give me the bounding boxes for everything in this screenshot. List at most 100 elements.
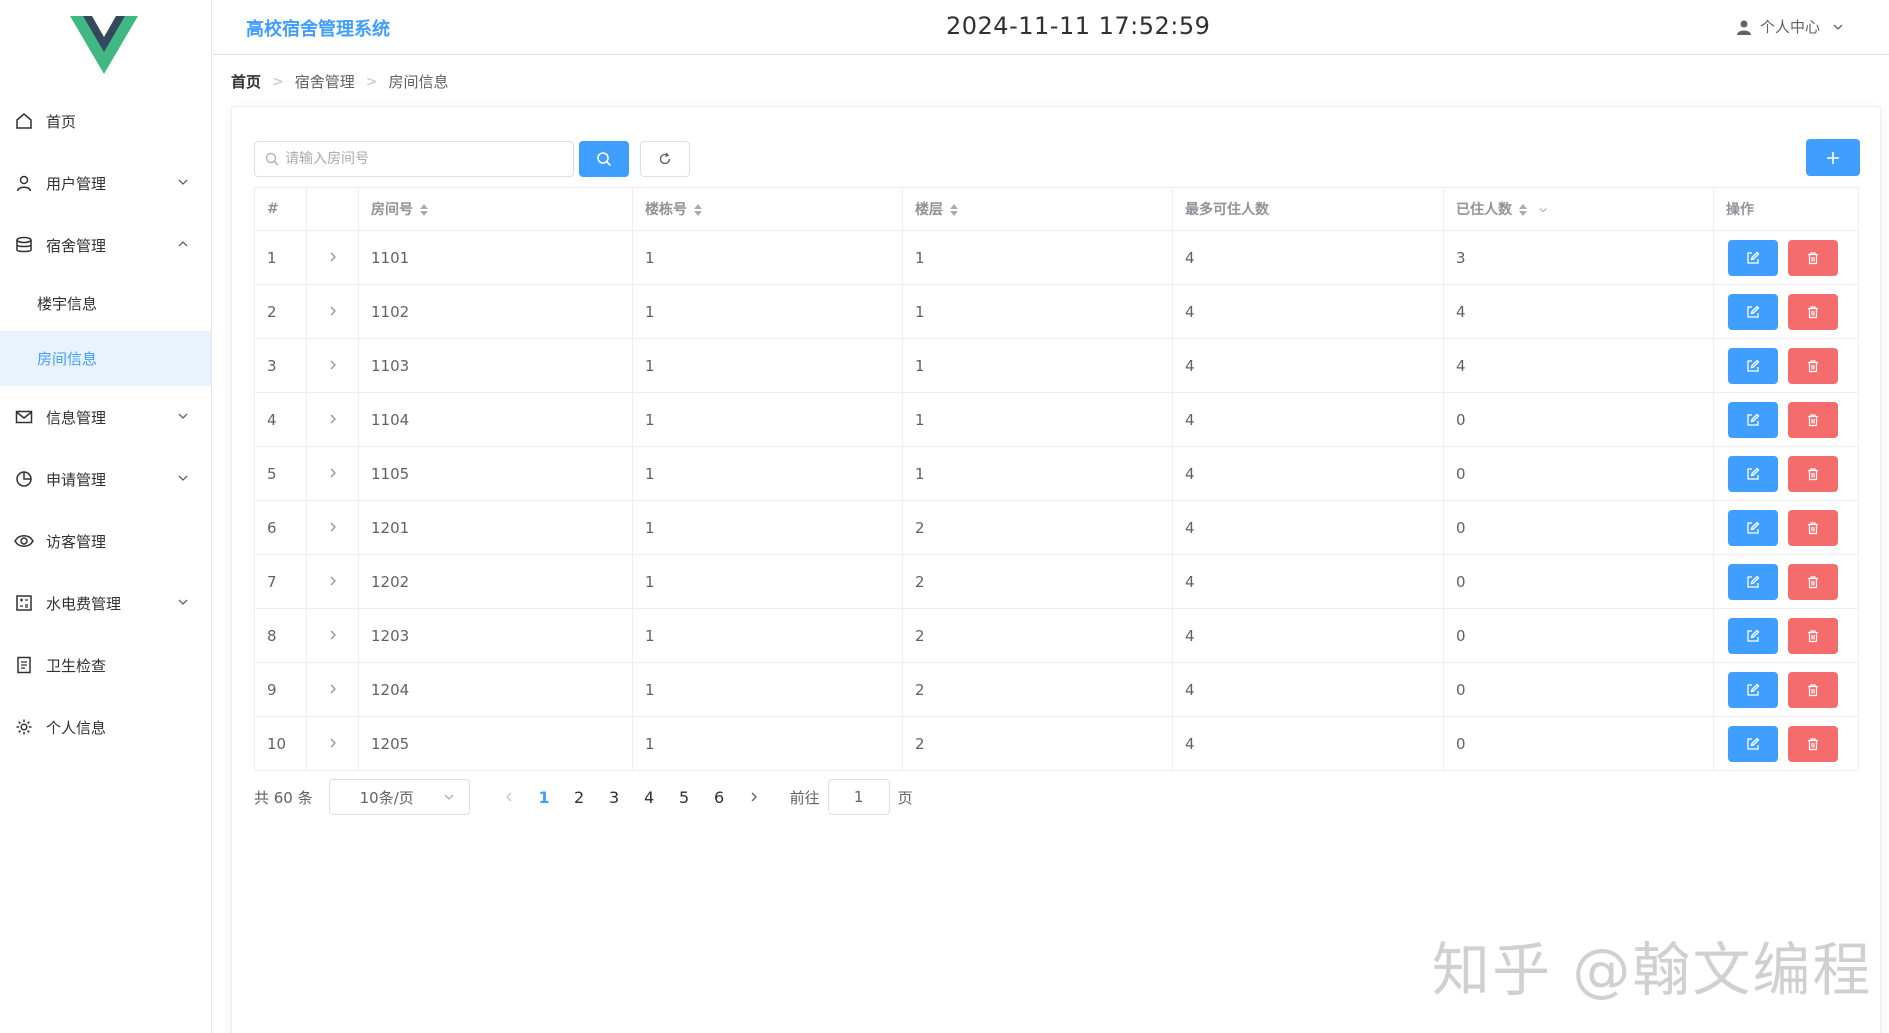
delete-button[interactable]: [1788, 617, 1838, 654]
sort-caret-icon[interactable]: [949, 203, 959, 217]
edit-button[interactable]: [1728, 401, 1778, 438]
cell-floor: 1: [902, 230, 1173, 285]
column-header-floor[interactable]: 楼层: [902, 187, 1173, 231]
filter-chevron-down-icon[interactable]: [1538, 203, 1548, 217]
delete-button[interactable]: [1788, 401, 1838, 438]
expand-row-button[interactable]: [306, 716, 359, 771]
edit-button[interactable]: [1728, 509, 1778, 546]
edit-button[interactable]: [1728, 347, 1778, 384]
expand-row-button[interactable]: [306, 608, 359, 663]
expand-row-button[interactable]: [306, 500, 359, 555]
cell-current-occupancy: 0: [1443, 392, 1714, 447]
reset-button[interactable]: [640, 141, 690, 177]
trash-icon: [1808, 305, 1818, 318]
sort-caret-icon[interactable]: [419, 203, 429, 217]
cell-index: 9: [254, 662, 307, 717]
table-row: 5 1105 1 1 4 0: [254, 446, 1859, 501]
sidebar-item-info-management[interactable]: 信息管理: [0, 386, 211, 448]
sidebar-item-utility-fees[interactable]: 水电费管理: [0, 572, 211, 634]
edit-button[interactable]: [1728, 239, 1778, 276]
chevron-right-icon: [330, 738, 336, 747]
table-header-row: # 房间号 楼栋号 楼层 最多可住人数 已住人数 操作: [254, 187, 1859, 231]
delete-button[interactable]: [1788, 347, 1838, 384]
goto-page-input[interactable]: [827, 779, 890, 815]
sidebar-item-dorm-management[interactable]: 宿舍管理: [0, 214, 211, 276]
chevron-right-icon: [330, 468, 336, 477]
page-4-button[interactable]: 4: [632, 788, 667, 807]
sidebar-subitem-room-info[interactable]: 房间信息: [0, 331, 211, 386]
prev-page-button[interactable]: [492, 791, 527, 803]
sidebar-item-application-management[interactable]: 申请管理: [0, 448, 211, 510]
sidebar-item-personal-info[interactable]: 个人信息: [0, 696, 211, 758]
sidebar-item-label: 用户管理: [46, 174, 107, 193]
expand-row-button[interactable]: [306, 338, 359, 393]
delete-button[interactable]: [1788, 563, 1838, 600]
delete-button[interactable]: [1788, 293, 1838, 330]
column-header-expand: [306, 187, 359, 231]
page-5-button[interactable]: 5: [667, 788, 702, 807]
cell-room-number: 1203: [358, 608, 633, 663]
search-box[interactable]: [254, 141, 574, 177]
delete-button[interactable]: [1788, 239, 1838, 276]
cell-floor: 2: [902, 716, 1173, 771]
sidebar-item-home[interactable]: 首页: [0, 90, 211, 152]
page-2-button[interactable]: 2: [562, 788, 597, 807]
cell-building-number: 1: [632, 608, 903, 663]
page-size-select[interactable]: 10条/页: [328, 779, 470, 815]
cell-floor: 2: [902, 554, 1173, 609]
expand-row-button[interactable]: [306, 392, 359, 447]
column-header-building-number[interactable]: 楼栋号: [632, 187, 903, 231]
delete-button[interactable]: [1788, 509, 1838, 546]
sort-caret-icon[interactable]: [693, 203, 703, 217]
sidebar-item-hygiene-check[interactable]: 卫生检查: [0, 634, 211, 696]
column-header-current-occupancy[interactable]: 已住人数: [1443, 187, 1714, 231]
table-row: 4 1104 1 1 4 0: [254, 392, 1859, 447]
edit-button[interactable]: [1728, 671, 1778, 708]
breadcrumb-separator-icon: >: [365, 73, 378, 90]
delete-button[interactable]: [1788, 671, 1838, 708]
column-header-room-number[interactable]: 房间号: [358, 187, 633, 231]
top-header: 高校宿舍管理系统 2024-11-11 17:52:59 个人中心: [213, 0, 1889, 55]
sort-caret-icon[interactable]: [1518, 203, 1528, 217]
room-number-search-input[interactable]: [285, 151, 565, 167]
page-6-button[interactable]: 6: [702, 788, 737, 807]
trash-icon: [1808, 521, 1818, 534]
cell-floor: 2: [902, 500, 1173, 555]
expand-row-button[interactable]: [306, 284, 359, 339]
breadcrumb-home[interactable]: 首页: [231, 71, 261, 92]
delete-button[interactable]: [1788, 455, 1838, 492]
edit-button[interactable]: [1728, 725, 1778, 762]
sidebar-item-user-management[interactable]: 用户管理: [0, 152, 211, 214]
chevron-right-icon: [330, 684, 336, 693]
sidebar-item-visitor-management[interactable]: 访客管理: [0, 510, 211, 572]
current-datetime: 2024-11-11 17:52:59: [946, 12, 1211, 40]
user-center-dropdown[interactable]: 个人中心: [1736, 16, 1844, 37]
breadcrumb: 首页 > 宿舍管理 > 房间信息: [231, 71, 449, 92]
trash-icon: [1808, 683, 1818, 696]
delete-button[interactable]: [1788, 725, 1838, 762]
chevron-down-icon: [178, 179, 188, 185]
edit-button[interactable]: [1728, 293, 1778, 330]
expand-row-button[interactable]: [306, 230, 359, 285]
expand-row-button[interactable]: [306, 446, 359, 501]
cell-current-occupancy: 0: [1443, 716, 1714, 771]
edit-button[interactable]: [1728, 617, 1778, 654]
cell-actions: [1713, 446, 1859, 501]
edit-button[interactable]: [1728, 455, 1778, 492]
page-3-button[interactable]: 3: [597, 788, 632, 807]
cell-building-number: 1: [632, 392, 903, 447]
add-room-button[interactable]: [1806, 139, 1860, 176]
cell-actions: [1713, 662, 1859, 717]
cell-index: 2: [254, 284, 307, 339]
sidebar-item-label: 申请管理: [46, 470, 107, 489]
breadcrumb-dorm-management[interactable]: 宿舍管理: [295, 71, 355, 92]
search-button[interactable]: [579, 141, 629, 177]
expand-row-button[interactable]: [306, 662, 359, 717]
edit-button[interactable]: [1728, 563, 1778, 600]
page-1-button[interactable]: 1: [527, 788, 562, 807]
expand-row-button[interactable]: [306, 554, 359, 609]
sidebar-subitem-building-info[interactable]: 楼宇信息: [0, 276, 211, 331]
sidebar: 首页 用户管理 宿舍管理 楼宇信息 房间信息 信息管理 申请管理 访客管理 水电…: [0, 0, 212, 1033]
next-page-button[interactable]: [737, 791, 772, 803]
cell-floor: 1: [902, 338, 1173, 393]
